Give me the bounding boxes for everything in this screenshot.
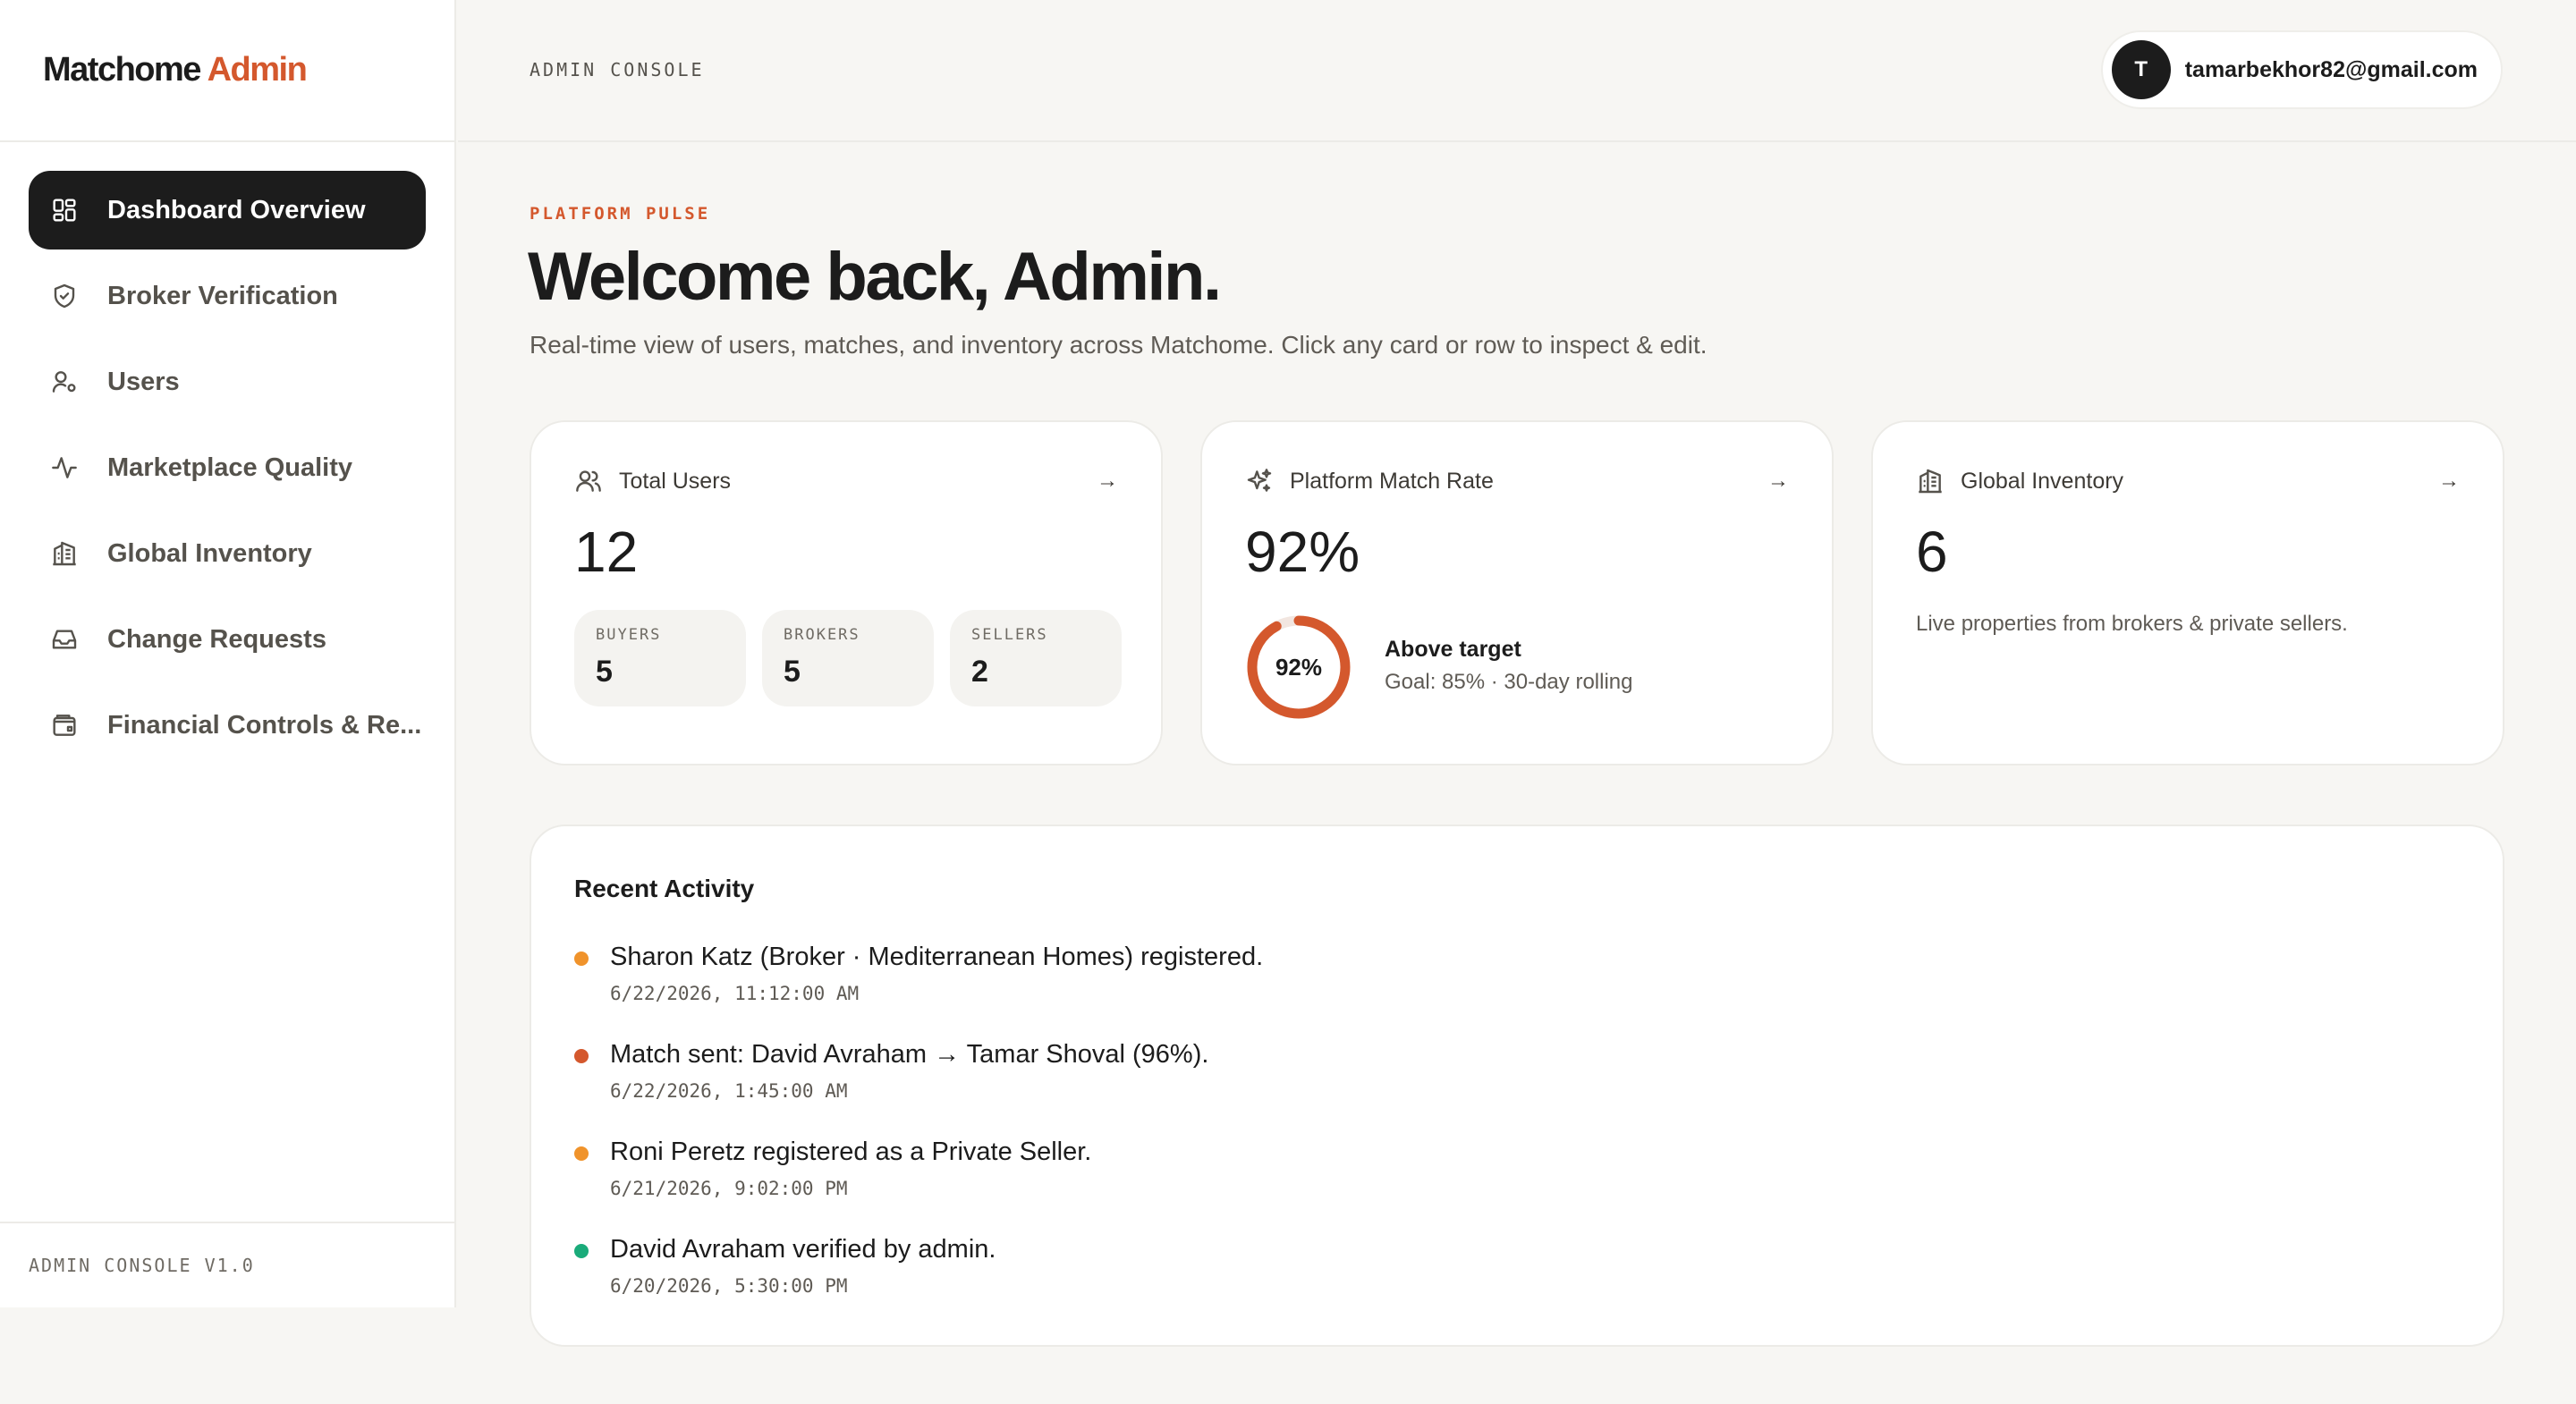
brokers-stat[interactable]: BROKERS 5 <box>762 610 934 706</box>
arrow-right-icon[interactable]: → <box>1097 469 1118 494</box>
card-header: Global Inventory → <box>1916 467 2460 495</box>
activity-timestamp: 6/22/2026, 1:45:00 AM <box>610 1080 848 1102</box>
stat-value: 5 <box>596 655 613 689</box>
card-header: Total Users → <box>574 467 1118 495</box>
sellers-stat[interactable]: SELLERS 2 <box>950 610 1122 706</box>
match-rate-value: 92% <box>1245 520 1360 584</box>
sidebar-item-users[interactable]: Users <box>29 343 426 421</box>
logo-area: Matchome Admin <box>0 0 454 142</box>
avatar: T <box>2111 40 2171 99</box>
building-icon <box>1916 467 1945 495</box>
recent-activity-panel: Recent Activity Sharon Katz (Broker · Me… <box>530 825 2504 1347</box>
sidebar-item-label: Marketplace Quality <box>107 452 352 482</box>
sidebar-item-global-inventory[interactable]: Global Inventory <box>29 514 426 593</box>
inbox-icon <box>50 625 79 654</box>
status-dot <box>574 1244 589 1258</box>
stat-label: BROKERS <box>784 626 860 644</box>
total-users-card[interactable]: Total Users → 12 BUYERS 5 BROKERS 5 SELL… <box>530 420 1163 765</box>
stat-value: 2 <box>971 655 988 689</box>
match-rate-card[interactable]: Platform Match Rate → 92% 92% Above targ… <box>1200 420 1834 765</box>
status-dot <box>574 952 589 966</box>
app-logo[interactable]: Matchome Admin <box>43 51 308 89</box>
sidebar-item-financial-controls[interactable]: Financial Controls & Re... <box>29 686 426 765</box>
activity-row[interactable]: Match sent: David Avraham → Tamar Shoval… <box>574 1040 1263 1138</box>
sidebar-item-label: Financial Controls & Re... <box>107 710 422 740</box>
activity-text: Roni Peretz registered as a Private Sell… <box>610 1138 1092 1166</box>
arrow-right-icon[interactable]: → <box>2438 469 2460 494</box>
user-email: tamarbekhor82@gmail.com <box>2184 56 2478 82</box>
users-icon <box>574 467 603 495</box>
activity-timestamp: 6/22/2026, 11:12:00 AM <box>610 983 860 1004</box>
sidebar-item-label: Broker Verification <box>107 281 338 310</box>
dashboard-grid-icon <box>50 196 79 224</box>
target-status: Above target Goal: 85% · 30-day rolling <box>1385 637 1632 695</box>
logo-brand: Matchome <box>43 51 201 89</box>
breadcrumb: ADMIN CONSOLE <box>530 59 705 80</box>
user-breakdown: BUYERS 5 BROKERS 5 SELLERS 2 <box>574 610 1122 706</box>
sidebar-item-label: Users <box>107 367 180 396</box>
recent-activity-title: Recent Activity <box>574 875 755 902</box>
activity-row[interactable]: Sharon Katz (Broker · Mediterranean Home… <box>574 943 1263 1040</box>
sidebar-footer-version: ADMIN CONSOLE V1.0 <box>0 1222 454 1307</box>
user-menu-button[interactable]: T tamarbekhor82@gmail.com <box>2100 30 2503 109</box>
inventory-description: Live properties from brokers & private s… <box>1916 612 2348 636</box>
arrow-right-icon[interactable]: → <box>1767 469 1789 494</box>
activity-text: Sharon Katz (Broker · Mediterranean Home… <box>610 943 1264 971</box>
card-title: Total Users <box>619 468 732 494</box>
sidebar-item-change-requests[interactable]: Change Requests <box>29 600 426 679</box>
stat-label: SELLERS <box>971 626 1048 644</box>
status-dot <box>574 1146 589 1161</box>
sidebar: Matchome Admin Dashboard Overview Broker… <box>0 0 456 1307</box>
building-icon <box>50 539 79 568</box>
sparkles-icon <box>1245 467 1274 495</box>
sidebar-item-dashboard-overview[interactable]: Dashboard Overview <box>29 171 426 250</box>
stat-value: 5 <box>784 655 801 689</box>
activity-timestamp: 6/20/2026, 5:30:00 PM <box>610 1275 848 1297</box>
status-dot <box>574 1049 589 1063</box>
card-header: Platform Match Rate → <box>1245 467 1789 495</box>
topbar: ADMIN CONSOLE T tamarbekhor82@gmail.com <box>458 0 2576 142</box>
total-users-value: 12 <box>574 520 639 584</box>
activity-pulse-icon <box>50 453 79 482</box>
buyers-stat[interactable]: BUYERS 5 <box>574 610 746 706</box>
sidebar-nav: Dashboard Overview Broker Verification U… <box>0 142 454 765</box>
wallet-icon <box>50 711 79 740</box>
global-inventory-card[interactable]: Global Inventory → 6 Live properties fro… <box>1871 420 2504 765</box>
activity-text: Match sent: David Avraham → Tamar Shoval… <box>610 1040 1209 1069</box>
card-title: Global Inventory <box>1961 468 2124 494</box>
sidebar-item-label: Change Requests <box>107 624 326 654</box>
sidebar-item-marketplace-quality[interactable]: Marketplace Quality <box>29 428 426 507</box>
donut-percent-label: 92% <box>1275 653 1323 681</box>
logo-accent: Admin <box>207 51 308 89</box>
sidebar-item-label: Dashboard Overview <box>107 195 366 224</box>
target-status-title: Above target <box>1385 637 1521 662</box>
target-goal: Goal: 85% · 30-day rolling <box>1385 670 1633 694</box>
activity-row[interactable]: Roni Peretz registered as a Private Sell… <box>574 1138 1263 1235</box>
inventory-value: 6 <box>1916 520 1948 584</box>
stat-label: BUYERS <box>596 626 662 644</box>
user-gear-icon <box>50 368 79 396</box>
sidebar-item-label: Global Inventory <box>107 538 312 568</box>
match-rate-donut: 92% <box>1243 612 1354 723</box>
activity-text: David Avraham verified by admin. <box>610 1235 996 1264</box>
page-subtitle: Real-time view of users, matches, and in… <box>530 331 1707 359</box>
shield-icon <box>50 282 79 310</box>
activity-row[interactable]: David Avraham verified by admin. 6/20/20… <box>574 1235 1263 1332</box>
card-title: Platform Match Rate <box>1290 468 1494 494</box>
sidebar-item-broker-verification[interactable]: Broker Verification <box>29 257 426 335</box>
activity-timestamp: 6/21/2026, 9:02:00 PM <box>610 1178 848 1199</box>
page-title: Welcome back, Admin. <box>528 239 1222 315</box>
section-eyebrow: PLATFORM PULSE <box>530 204 711 224</box>
activity-list: Sharon Katz (Broker · Mediterranean Home… <box>574 943 1263 1332</box>
